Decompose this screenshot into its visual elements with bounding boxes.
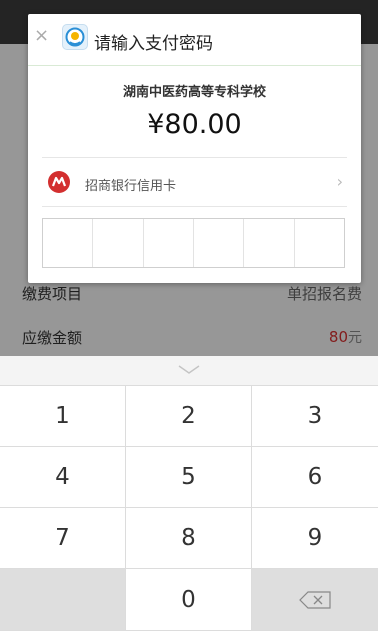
password-digit-cell: [295, 219, 344, 267]
header-divider: [28, 65, 361, 66]
hide-keyboard-icon[interactable]: [177, 362, 201, 376]
backspace-icon: [299, 590, 331, 609]
password-digit-cell: [244, 219, 295, 267]
key-0[interactable]: 0: [126, 569, 251, 630]
merchant-name: 湖南中医药高等专科学校: [122, 85, 266, 100]
close-icon[interactable]: ×: [34, 27, 49, 45]
key-9[interactable]: 9: [252, 508, 378, 568]
payment-amount: ¥80.00: [147, 109, 242, 140]
keyboard-top-bar: [0, 356, 378, 385]
divider: [42, 206, 347, 207]
keypad-grid: 1 2 3 4 5 6 7 8 9 0: [0, 385, 378, 631]
cmb-bank-logo-icon: [48, 171, 70, 193]
key-7[interactable]: 7: [0, 508, 125, 568]
key-1[interactable]: 1: [0, 386, 125, 446]
key-5[interactable]: 5: [126, 447, 251, 507]
key-3[interactable]: 3: [252, 386, 378, 446]
dialog-title: 请输入支付密码: [94, 34, 213, 54]
key-4[interactable]: 4: [0, 447, 125, 507]
key-2[interactable]: 2: [126, 386, 251, 446]
password-input[interactable]: [42, 218, 345, 268]
divider: [42, 157, 347, 158]
payment-method-label: 招商银行信用卡: [85, 179, 177, 194]
numeric-keypad: 1 2 3 4 5 6 7 8 9 0: [0, 356, 378, 631]
app-logo-icon: [62, 24, 88, 50]
key-blank: [0, 569, 125, 630]
backspace-key[interactable]: [252, 569, 378, 630]
payment-password-dialog: × 请输入支付密码 湖南中医药高等专科学校 ¥80.00 招商银行信用卡 ›: [28, 14, 361, 283]
password-digit-cell: [144, 219, 194, 267]
chevron-right-icon: ›: [336, 172, 343, 191]
password-digit-cell: [43, 219, 94, 267]
payment-method-selector[interactable]: 招商银行信用卡 ›: [28, 160, 361, 204]
key-6[interactable]: 6: [252, 447, 378, 507]
password-digit-cell: [194, 219, 245, 267]
password-digit-cell: [93, 219, 144, 267]
key-8[interactable]: 8: [126, 508, 251, 568]
